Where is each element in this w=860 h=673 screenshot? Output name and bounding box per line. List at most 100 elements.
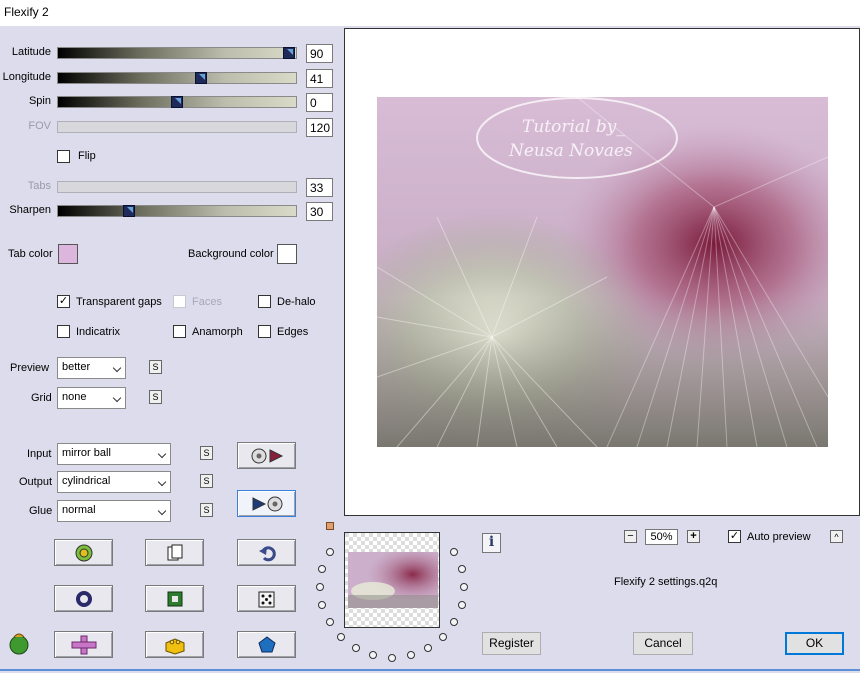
dice-icon [258, 591, 274, 607]
background-color-swatch[interactable] [277, 244, 297, 264]
navigator-dot[interactable] [438, 632, 447, 641]
navigator-dot[interactable] [457, 564, 466, 573]
anamorph-label: Anamorph [192, 326, 243, 338]
random-color-icon [75, 544, 92, 561]
copy-button[interactable] [145, 539, 204, 566]
ring-button[interactable] [54, 585, 113, 612]
output-to-input-button[interactable] [237, 442, 296, 469]
navigator-dot[interactable] [457, 601, 466, 610]
edges-checkbox[interactable] [258, 325, 271, 338]
value-field-sharpen[interactable]: 30 [306, 202, 333, 221]
register-button[interactable]: Register [482, 632, 541, 655]
slider-label-spin: Spin [28, 95, 51, 107]
ok-button[interactable]: OK [785, 632, 844, 655]
thumbnail-graphic [345, 533, 439, 627]
value-field-fov[interactable]: 120 [306, 118, 333, 137]
preview-image: Tutorial by_ Neusa Novaes [377, 97, 828, 447]
navigator-dot[interactable] [460, 583, 468, 591]
zoom-out-button[interactable]: − [624, 530, 637, 543]
tab-color-swatch[interactable] [58, 244, 78, 264]
slider-fov [57, 121, 297, 133]
undo-button[interactable] [237, 539, 296, 566]
faces-checkbox[interactable] [173, 295, 186, 308]
slider-thumb[interactable] [282, 47, 295, 59]
flip-label: Flip [78, 150, 96, 162]
auto-preview-checkbox[interactable]: ✓ [728, 530, 741, 543]
ring-icon [75, 590, 92, 607]
brick-icon [165, 637, 184, 655]
input-store-button[interactable]: S [200, 446, 213, 460]
window-bottom-edge [0, 669, 860, 671]
brick-button[interactable] [145, 631, 204, 658]
navigator-dot[interactable] [406, 651, 415, 660]
settings-filename: Flexify 2 settings.q2q [614, 576, 718, 588]
random-color-button[interactable] [54, 539, 113, 566]
output-select[interactable]: cylindrical [57, 471, 171, 493]
pentagon-button[interactable] [237, 631, 296, 658]
glue-select[interactable]: normal [57, 500, 171, 522]
slider-thumb[interactable] [123, 205, 136, 217]
flip-checkbox[interactable] [57, 150, 70, 163]
navigator-dot[interactable] [325, 618, 334, 627]
slider-label-tabs: Tabs [27, 180, 51, 192]
transparent-gaps-checkbox[interactable]: ✓ [57, 295, 70, 308]
navigator-dot[interactable] [325, 547, 334, 556]
square-button[interactable] [145, 585, 204, 612]
zoom-level: 50% [645, 529, 678, 545]
value-field-latitude[interactable]: 90 [306, 44, 333, 63]
navigator-dot[interactable] [388, 653, 396, 662]
glue-label: Glue [29, 505, 53, 517]
preview-store-button[interactable]: S [149, 360, 162, 374]
slider-latitude[interactable] [57, 47, 297, 59]
navigator-dot[interactable] [337, 632, 346, 641]
info-button[interactable]: i [482, 533, 501, 553]
dice-button[interactable] [237, 585, 296, 612]
output-select-value: cylindrical [62, 475, 111, 487]
watermark-line-1: Tutorial by_ [522, 117, 625, 137]
de-halo-checkbox[interactable] [258, 295, 271, 308]
glue-store-button[interactable]: S [200, 503, 213, 517]
slider-label-latitude: Latitude [11, 46, 51, 58]
cancel-button[interactable]: Cancel [633, 632, 693, 655]
title-bar: Flexify 2 [0, 0, 860, 26]
copy-icon [167, 544, 182, 560]
thumbnail-view[interactable] [344, 532, 440, 628]
slider-sharpen[interactable] [57, 205, 297, 217]
navigator-handle[interactable] [326, 522, 334, 530]
preview-label: Preview [10, 362, 50, 374]
auto-preview-label: Auto preview [747, 531, 811, 543]
cross-button[interactable] [54, 631, 113, 658]
slider-label-longitude: Longitude [2, 71, 51, 83]
preview-select[interactable]: better [57, 357, 126, 379]
value-field-longitude[interactable]: 41 [306, 69, 333, 88]
indicatrix-checkbox[interactable] [57, 325, 70, 338]
value-field-tabs[interactable]: 33 [306, 178, 333, 197]
slider-tabs [57, 181, 297, 193]
expand-button[interactable]: ^ [830, 530, 843, 543]
grid-store-button[interactable]: S [149, 390, 162, 404]
slider-thumb[interactable] [194, 72, 207, 84]
slider-label-sharpen: Sharpen [9, 204, 51, 216]
output-label: Output [19, 476, 53, 488]
anamorph-checkbox[interactable] [173, 325, 186, 338]
zoom-in-button[interactable]: + [687, 530, 700, 543]
preview-canvas[interactable]: Tutorial by_ Neusa Novaes [344, 28, 860, 516]
input-select[interactable]: mirror ball [57, 443, 171, 465]
grid-select[interactable]: none [57, 387, 126, 409]
navigator-dot[interactable] [316, 583, 324, 591]
faces-label: Faces [192, 296, 222, 308]
slider-longitude[interactable] [57, 72, 297, 84]
square-icon [167, 591, 182, 606]
edges-label: Edges [277, 326, 309, 338]
slider-label-fov: FOV [28, 120, 51, 132]
value-field-spin[interactable]: 0 [306, 93, 333, 112]
input-to-output-button[interactable] [237, 490, 296, 517]
slider-thumb[interactable] [171, 96, 183, 108]
output-to-input-icon [251, 448, 283, 463]
slider-spin[interactable] [57, 96, 297, 108]
chevron-down-icon [157, 477, 167, 487]
chevron-down-icon [157, 449, 167, 459]
output-store-button[interactable]: S [200, 474, 213, 488]
watermark-line-2: Neusa Novaes [509, 141, 633, 161]
plugin-logo [6, 630, 32, 656]
